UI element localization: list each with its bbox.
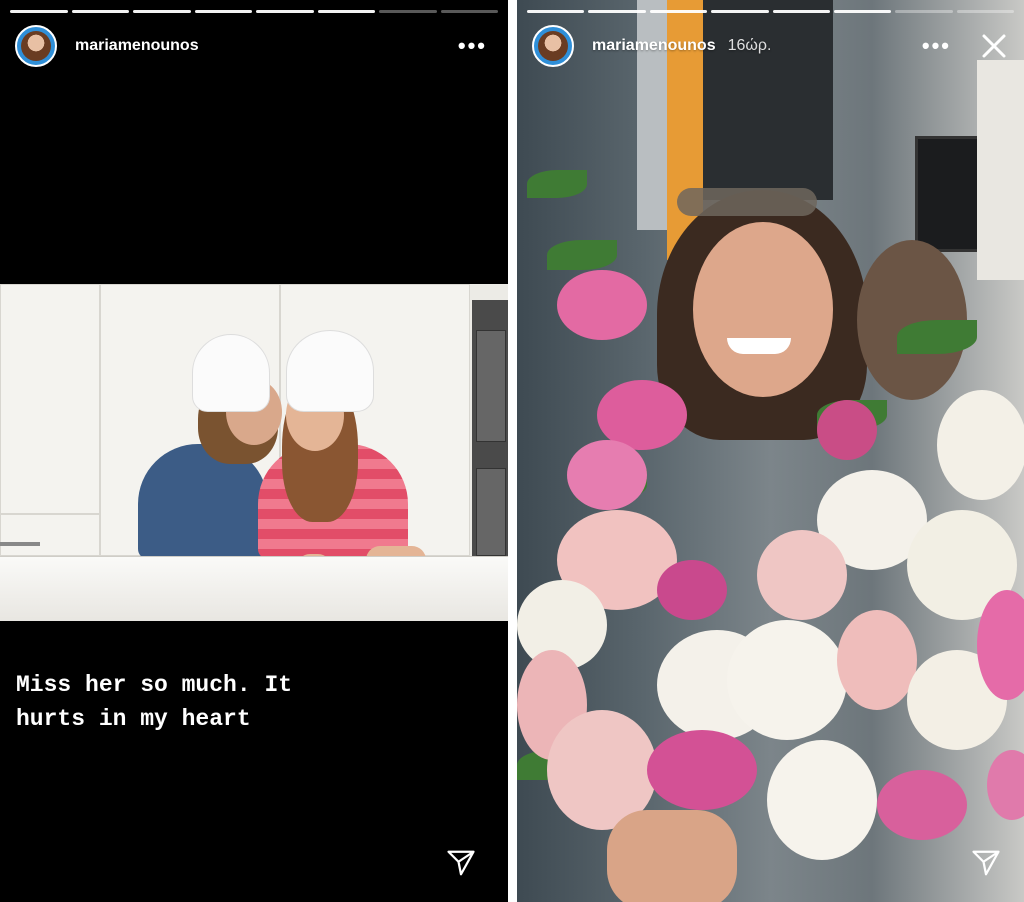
progress-segment xyxy=(194,10,252,13)
progress-segment xyxy=(588,10,646,13)
send-direct-icon[interactable] xyxy=(446,848,476,878)
progress-segment xyxy=(317,10,375,13)
story-progress-bar xyxy=(527,10,1014,13)
progress-segment xyxy=(10,10,68,13)
story-username[interactable]: mariamenounos xyxy=(592,37,716,55)
story-header: mariamenounos 16ώρ. ••• xyxy=(532,22,1009,70)
progress-segment xyxy=(649,10,708,13)
profile-avatar[interactable] xyxy=(15,25,57,67)
story-panel-left[interactable]: mariamenounos ••• Miss her so much. It h… xyxy=(0,0,508,902)
progress-segment xyxy=(711,10,769,13)
more-options-icon[interactable]: ••• xyxy=(458,35,487,57)
progress-segment xyxy=(379,10,437,13)
close-icon[interactable] xyxy=(979,31,1009,61)
send-direct-icon[interactable] xyxy=(971,848,1001,878)
progress-segment xyxy=(133,10,191,13)
progress-segment xyxy=(772,10,830,13)
story-username[interactable]: mariamenounos xyxy=(75,37,199,55)
story-timestamp: 16ώρ. xyxy=(727,37,772,54)
story-photo xyxy=(0,284,508,621)
story-progress-bar xyxy=(10,10,498,13)
story-panel-right[interactable]: mariamenounos 16ώρ. ••• xyxy=(517,0,1024,902)
progress-segment xyxy=(833,10,892,13)
story-caption: Miss her so much. It hurts in my heart xyxy=(16,672,293,732)
more-options-icon[interactable]: ••• xyxy=(922,35,951,57)
progress-segment xyxy=(256,10,314,13)
profile-avatar[interactable] xyxy=(532,25,574,67)
progress-segment xyxy=(71,10,129,13)
progress-segment xyxy=(956,10,1014,13)
progress-segment xyxy=(895,10,953,13)
progress-segment xyxy=(440,10,498,13)
story-photo xyxy=(517,0,1024,902)
story-header: mariamenounos ••• xyxy=(15,22,493,70)
progress-segment xyxy=(527,10,585,13)
